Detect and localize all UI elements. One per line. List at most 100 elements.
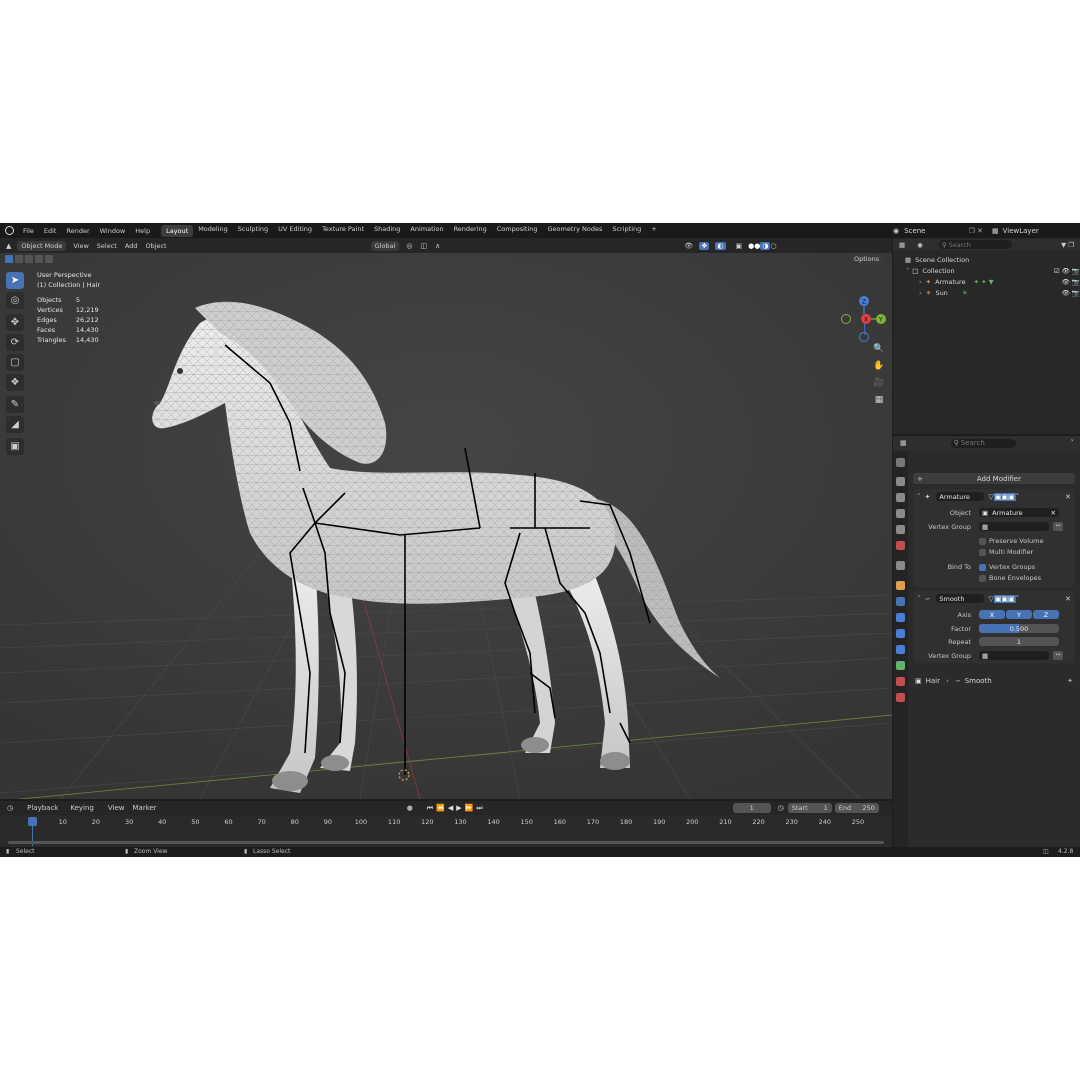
visibility-icon[interactable]: 👁 (684, 242, 693, 250)
smooth-vertex-group-field[interactable]: ▦ (979, 651, 1049, 660)
remove-modifier-icon[interactable]: ✕ (1065, 493, 1071, 501)
vertex-groups-checkbox[interactable] (979, 564, 986, 571)
expand-arrow-icon[interactable]: › (919, 278, 922, 286)
tab-geometry-nodes[interactable]: Geometry Nodes (543, 225, 608, 237)
3d-viewport[interactable]: Z X Y Options ➤ ◎ ✥ ⟳ ▢ ❖ ✎ ◢ ▣ User Per… (0, 253, 892, 799)
menu-file[interactable]: File (18, 227, 39, 235)
viewport-menu-object[interactable]: Object (141, 242, 170, 250)
viewport-menu-select[interactable]: Select (93, 242, 121, 250)
scale-tool-icon[interactable]: ▢ (6, 354, 24, 371)
axis-z-toggle[interactable]: Z (1033, 610, 1059, 619)
select-extend-icon[interactable] (15, 255, 23, 263)
world-tab-icon[interactable] (896, 541, 905, 550)
collapse-arrow-icon[interactable]: ˅ (906, 267, 909, 275)
tab-modeling[interactable]: Modeling (193, 225, 233, 237)
scene-selector[interactable]: ◉ Scene ❐ ✕ (893, 225, 983, 236)
pivot-icon[interactable]: ◎ (406, 242, 412, 250)
current-frame-field[interactable]: 1 (732, 803, 771, 813)
editor-type-icon[interactable]: ▲ (6, 242, 11, 250)
axis-y-toggle[interactable]: Y (1006, 610, 1032, 619)
start-frame-field[interactable]: Start 1 (787, 803, 832, 813)
tab-compositing[interactable]: Compositing (492, 225, 543, 237)
menu-help[interactable]: Help (130, 227, 155, 235)
tab-sculpting[interactable]: Sculpting (233, 225, 273, 237)
snap-icon[interactable]: ◫ (420, 242, 427, 250)
repeat-field[interactable]: 1 (979, 637, 1059, 646)
viewport-menu-view[interactable]: View (69, 242, 92, 250)
object-mode-dropdown[interactable]: Object Mode (17, 240, 67, 251)
tab-shading[interactable]: Shading (369, 225, 405, 237)
outliner-search-input[interactable]: ⚲ Search (938, 240, 1012, 249)
annotate-tool-icon[interactable]: ✎ (6, 396, 24, 413)
properties-editor-icon[interactable]: ▦ (900, 439, 907, 447)
material-tab-icon[interactable] (896, 677, 905, 686)
new-scene-icon[interactable]: ❐ ✕ (969, 227, 983, 235)
select-box-tool-icon[interactable]: ➤ (6, 272, 24, 289)
armature-object-field[interactable]: ▣ Armature ✕ (979, 508, 1059, 517)
jump-end-icon[interactable]: ⏭ (476, 804, 482, 813)
view-layer-selector[interactable]: ▦ ViewLayer (992, 225, 1078, 236)
properties-options-icon[interactable]: ˅ (1071, 439, 1075, 447)
select-invert-icon[interactable] (35, 255, 43, 263)
smooth-modifier-name-field[interactable]: Smooth (936, 594, 985, 603)
proportional-edit-icon[interactable]: ∧ (435, 242, 440, 250)
add-cube-tool-icon[interactable]: ▣ (6, 438, 24, 455)
factor-slider[interactable]: 0.500 (979, 624, 1059, 633)
outliner-item-armature[interactable]: › ✦ Armature ✦ ✦ ▼ 👁 📷 (893, 276, 1080, 287)
menu-window[interactable]: Window (95, 227, 131, 235)
move-tool-icon[interactable]: ✥ (6, 314, 24, 331)
xray-icon[interactable]: ▣ (736, 242, 743, 250)
collapse-arrow-icon[interactable]: ˅ (917, 493, 921, 501)
outliner-scene-collection[interactable]: ▦ Scene Collection (893, 254, 1080, 265)
timeline-menu-view[interactable]: View (108, 804, 125, 812)
zoom-icon[interactable]: 🔍 (872, 342, 886, 356)
object-tab-icon[interactable] (896, 581, 905, 590)
play-icon[interactable]: ▶ (456, 804, 461, 812)
multi-modifier-checkbox[interactable] (979, 549, 986, 556)
play-reverse-icon[interactable]: ◀ (448, 804, 453, 812)
tab-layout[interactable]: Layout (161, 224, 194, 237)
transform-orientation-dropdown[interactable]: Global (370, 240, 400, 251)
shading-rendered-icon[interactable]: ○ (770, 242, 776, 250)
properties-search-input[interactable]: ⚲ Search (950, 438, 1016, 448)
record-icon[interactable]: ● (407, 804, 413, 812)
timeline-editor-icon[interactable]: ◷ (7, 804, 13, 812)
outliner-collection[interactable]: ˅ □ Collection ☑ 👁 📷 (893, 265, 1080, 276)
render-tab-icon[interactable] (896, 477, 905, 486)
select-subtract-icon[interactable] (25, 255, 33, 263)
pan-hand-icon[interactable]: ✋ (872, 359, 886, 373)
camera-view-icon[interactable]: 🎥 (872, 376, 886, 390)
tab-scripting[interactable]: Scripting (607, 225, 646, 237)
bone-envelopes-checkbox[interactable] (979, 575, 986, 582)
collection-checkbox-icon[interactable]: ☑ 👁 📷 (1054, 267, 1080, 275)
texture-tab-icon[interactable] (896, 693, 905, 702)
collapse-arrow-icon[interactable]: ˅ (917, 595, 921, 603)
shading-material-icon[interactable]: ◑ (760, 241, 771, 250)
viewport-menu-add[interactable]: Add (121, 242, 142, 250)
expand-arrow-icon[interactable]: › (919, 289, 922, 297)
playhead[interactable] (28, 817, 37, 826)
smooth-modifier-toggle-icons[interactable]: ▽▣▣▣˅ (988, 594, 1019, 603)
tool-tab-icon[interactable] (896, 458, 905, 467)
select-intersect-icon[interactable] (45, 255, 53, 263)
timeline-scrollbar[interactable] (8, 841, 884, 844)
remove-modifier-icon[interactable]: ✕ (1065, 595, 1071, 603)
data-tab-icon[interactable] (896, 661, 905, 670)
timeline[interactable]: 1102030405060708090100110120130140150160… (0, 815, 892, 847)
armature-modifier-name-field[interactable]: Armature (936, 492, 985, 501)
select-new-icon[interactable] (5, 255, 13, 263)
add-workspace-icon[interactable]: + (646, 225, 661, 237)
grid-view-icon[interactable]: ▦ (872, 393, 886, 407)
gizmo-toggle-icon[interactable]: ❖ (699, 241, 710, 250)
timeline-menu-marker[interactable]: Marker (132, 804, 156, 812)
clock-icon[interactable]: ◷ (778, 804, 784, 812)
armature-vertex-group-field[interactable]: ▦ (979, 522, 1049, 531)
overlay-toggle-icon[interactable]: ◐ (715, 241, 726, 250)
tab-texture-paint[interactable]: Texture Paint (317, 225, 369, 237)
armature-modifier-toggle-icons[interactable]: ▽▣▣▣˅ (988, 492, 1019, 501)
outliner-editor-icon[interactable]: ▦ (899, 241, 905, 249)
sun-visibility-icon[interactable]: 👁 📷 (1062, 289, 1080, 297)
invert-vertex-group-icon[interactable]: ↔ (1053, 522, 1063, 531)
modifier-tab-icon[interactable] (896, 597, 905, 606)
add-modifier-button[interactable]: + Add Modifier (913, 473, 1075, 484)
